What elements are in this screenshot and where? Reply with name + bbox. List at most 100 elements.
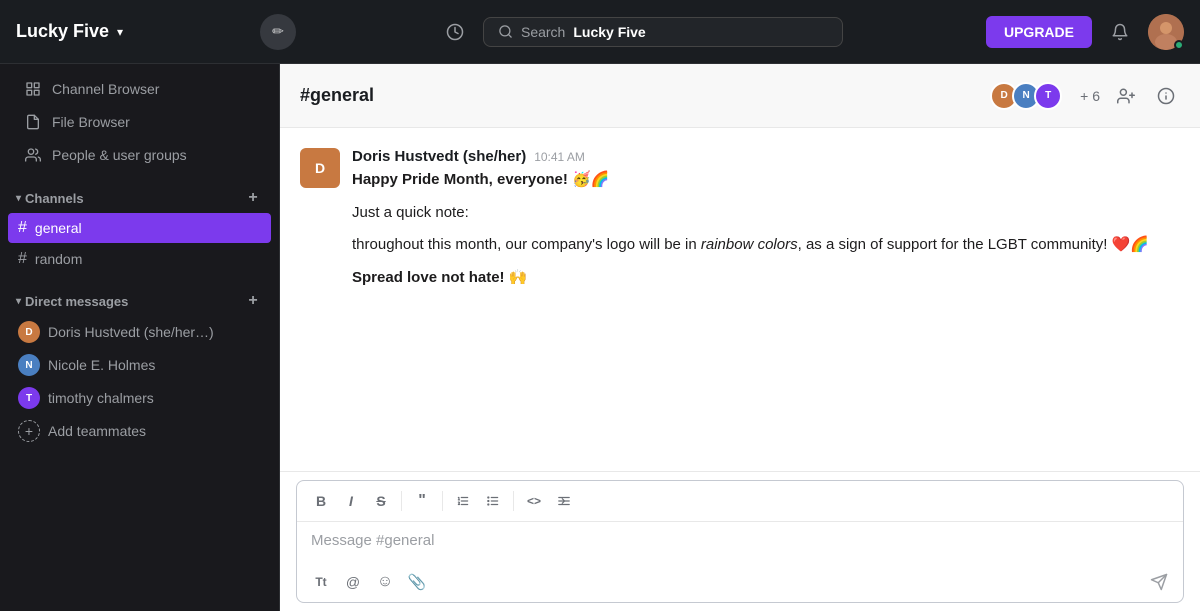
- emoji-button[interactable]: ☺: [371, 568, 399, 596]
- channel-info-button[interactable]: [1152, 82, 1180, 110]
- add-member-button[interactable]: [1112, 82, 1140, 110]
- dm-avatar-nicole: N: [18, 354, 40, 376]
- dm-section: ▾ Direct messages + D Doris Hustvedt (sh…: [0, 283, 279, 447]
- history-icon: [446, 23, 464, 41]
- message-text-1: Happy Pride Month, everyone! 🥳🌈 Just a q…: [352, 169, 1180, 289]
- member-avatars: D N T: [996, 82, 1062, 110]
- message-input[interactable]: Message #general: [297, 522, 1183, 562]
- channel-hash-random: #: [18, 250, 27, 268]
- dm-name-doris: Doris Hustvedt (she/her…): [48, 324, 214, 340]
- quote-button[interactable]: ": [408, 487, 436, 515]
- main-layout: Channel Browser File Browser People & us…: [0, 64, 1200, 611]
- chat-header: #general D N T + 6: [280, 64, 1200, 128]
- sidebar-nav: Channel Browser File Browser People & us…: [0, 64, 279, 180]
- people-user-groups-label: People & user groups: [52, 147, 187, 163]
- at-mention-button[interactable]: @: [339, 568, 367, 596]
- channel-browser-icon: [24, 80, 42, 98]
- history-button[interactable]: [439, 16, 471, 48]
- composer: B I S " <>: [280, 471, 1200, 611]
- search-bar[interactable]: Search Lucky Five: [483, 17, 843, 47]
- channels-label: Channels: [25, 191, 84, 206]
- message-header-1: Doris Hustvedt (she/her) 10:41 AM: [352, 148, 1180, 165]
- toolbar-sep-1: [401, 491, 402, 511]
- search-label: Search: [521, 24, 565, 40]
- upgrade-button[interactable]: UPGRADE: [986, 16, 1092, 48]
- channel-item-general[interactable]: # general: [8, 213, 271, 243]
- chat-header-right: D N T + 6: [996, 82, 1180, 110]
- text-format-button[interactable]: Tt: [307, 568, 335, 596]
- strikethrough-button[interactable]: S: [367, 487, 395, 515]
- info-icon: [1157, 87, 1175, 105]
- dm-label: Direct messages: [25, 294, 128, 309]
- edit-icon: ✏: [272, 23, 284, 40]
- sidebar-item-file-browser[interactable]: File Browser: [8, 106, 271, 138]
- search-workspace: Lucky Five: [573, 24, 645, 40]
- channels-chevron: ▾: [16, 193, 21, 204]
- topbar-center: Search Lucky Five: [308, 16, 974, 48]
- add-teammates-icon: +: [18, 420, 40, 442]
- send-button[interactable]: [1145, 568, 1173, 596]
- message-author-name: Doris Hustvedt (she/her): [352, 148, 526, 165]
- ordered-list-icon: [456, 494, 470, 508]
- member-avatar-3: T: [1034, 82, 1062, 110]
- send-icon: [1150, 573, 1168, 591]
- chat-messages: D Doris Hustvedt (she/her) 10:41 AM Happ…: [280, 128, 1200, 471]
- toolbar-sep-3: [513, 491, 514, 511]
- dm-chevron: ▾: [16, 296, 21, 307]
- composer-inner: B I S " <>: [296, 480, 1184, 603]
- message-1: D Doris Hustvedt (she/her) 10:41 AM Happ…: [300, 148, 1180, 289]
- toolbar-sep-2: [442, 491, 443, 511]
- chat-area: #general D N T + 6 D: [280, 64, 1200, 611]
- add-channel-button[interactable]: +: [243, 188, 263, 208]
- bold-button[interactable]: B: [307, 487, 335, 515]
- attach-file-button[interactable]: 📎: [403, 568, 431, 596]
- workspace-name[interactable]: Lucky Five: [16, 21, 109, 42]
- add-dm-button[interactable]: +: [243, 291, 263, 311]
- bell-icon: [1111, 23, 1129, 41]
- message-paragraph-3: throughout this month, our company's log…: [352, 234, 1180, 257]
- dm-name-nicole: Nicole E. Holmes: [48, 357, 155, 373]
- workspace-chevron[interactable]: ▾: [117, 25, 123, 39]
- people-user-groups-icon: [24, 146, 42, 164]
- message-paragraph-2: Just a quick note:: [352, 202, 1180, 225]
- channel-hash-general: #: [18, 219, 27, 237]
- message-body-1: Doris Hustvedt (she/her) 10:41 AM Happy …: [352, 148, 1180, 289]
- member-count: + 6: [1080, 88, 1100, 104]
- code-button[interactable]: <>: [520, 487, 548, 515]
- add-teammates-label: Add teammates: [48, 423, 146, 439]
- dm-item-doris[interactable]: D Doris Hustvedt (she/her…): [8, 316, 271, 348]
- user-avatar-container[interactable]: [1148, 14, 1184, 50]
- topbar: Lucky Five ▾ ✏ Search Lucky Five UPGRADE: [0, 0, 1200, 64]
- search-icon: [498, 24, 513, 39]
- channels-section-header[interactable]: ▾ Channels +: [8, 180, 271, 212]
- add-member-icon: [1117, 87, 1135, 105]
- channel-browser-label: Channel Browser: [52, 81, 159, 97]
- message-placeholder: Message #general: [311, 532, 434, 549]
- notifications-button[interactable]: [1104, 16, 1136, 48]
- dm-avatar-doris: D: [18, 321, 40, 343]
- edit-button[interactable]: ✏: [260, 14, 296, 50]
- file-browser-icon: [24, 113, 42, 131]
- dm-item-nicole[interactable]: N Nicole E. Holmes: [8, 349, 271, 381]
- channel-name-random: random: [35, 251, 82, 267]
- indent-button[interactable]: [550, 487, 578, 515]
- file-browser-label: File Browser: [52, 114, 130, 130]
- channel-item-random[interactable]: # random: [8, 244, 271, 274]
- dm-section-header[interactable]: ▾ Direct messages +: [8, 283, 271, 315]
- italic-button[interactable]: I: [337, 487, 365, 515]
- add-teammates-button[interactable]: + Add teammates: [8, 415, 271, 447]
- indent-icon: [557, 494, 571, 508]
- dm-name-timothy: timothy chalmers: [48, 390, 154, 406]
- dm-item-timothy[interactable]: T timothy chalmers: [8, 382, 271, 414]
- dm-avatar-timothy: T: [18, 387, 40, 409]
- sidebar-item-people-user-groups[interactable]: People & user groups: [8, 139, 271, 171]
- user-status-indicator: [1174, 40, 1184, 50]
- ordered-list-button[interactable]: [449, 487, 477, 515]
- composer-toolbar: B I S " <>: [297, 481, 1183, 522]
- unordered-list-button[interactable]: [479, 487, 507, 515]
- message-paragraph-1: Happy Pride Month, everyone! 🥳🌈: [352, 169, 1180, 192]
- topbar-right: UPGRADE: [986, 14, 1184, 50]
- message-author-avatar: D: [300, 148, 340, 188]
- sidebar: Channel Browser File Browser People & us…: [0, 64, 280, 611]
- sidebar-item-channel-browser[interactable]: Channel Browser: [8, 73, 271, 105]
